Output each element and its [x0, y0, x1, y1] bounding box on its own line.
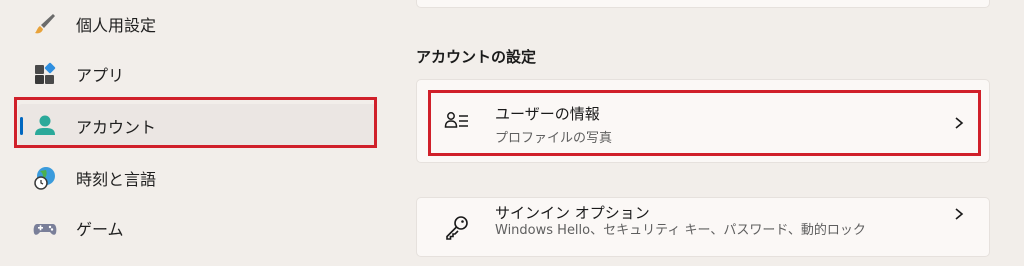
apps-icon: [35, 62, 56, 84]
sidebar-item-apps[interactable]: アプリ: [18, 52, 376, 96]
previous-card: [416, 0, 990, 8]
user-info-icon: [444, 112, 468, 128]
sidebar-item-label: 個人用設定: [76, 16, 157, 35]
main-content: アカウントの設定 ユーザーの情報 プロファイルの写真 サインイン オプション W…: [400, 0, 1024, 266]
settings-window: 個人用設定 アプリ アカウント 時刻と言語 ゲーム アカウントの設定 ユーザーの…: [0, 0, 1024, 266]
paintbrush-icon: [35, 14, 55, 34]
user-info-title: ユーザーの情報: [495, 105, 600, 123]
key-icon: [446, 216, 468, 240]
sidebar-item-accounts[interactable]: アカウント: [18, 104, 376, 148]
sidebar-item-label: アカウント: [76, 118, 157, 137]
section-title: アカウントの設定: [416, 48, 537, 66]
user-info-subtitle: プロファイルの写真: [495, 131, 613, 146]
chevron-right-icon: [955, 208, 964, 220]
signin-options-card[interactable]: サインイン オプション Windows Hello、セキュリティ キー、パスワー…: [416, 197, 990, 257]
signin-options-subtitle: Windows Hello、セキュリティ キー、パスワード、動的ロック: [495, 223, 866, 238]
sidebar-item-label: 時刻と言語: [76, 170, 157, 189]
user-info-card[interactable]: ユーザーの情報 プロファイルの写真: [416, 79, 990, 163]
sidebar-item-time-language[interactable]: 時刻と言語: [18, 156, 376, 200]
sidebar-item-label: ゲーム: [76, 220, 124, 239]
gamepad-icon: [33, 224, 57, 235]
account-person-icon: [35, 115, 55, 135]
sidebar-item-label: アプリ: [76, 66, 125, 85]
sidebar-item-gaming[interactable]: ゲーム: [18, 206, 376, 250]
selection-indicator: [20, 117, 23, 135]
sidebar-nav: 個人用設定 アプリ アカウント 時刻と言語 ゲーム: [0, 0, 400, 266]
sidebar-item-personalization[interactable]: 個人用設定: [18, 2, 376, 46]
globe-clock-icon: [34, 167, 55, 190]
chevron-right-icon: [955, 117, 964, 129]
